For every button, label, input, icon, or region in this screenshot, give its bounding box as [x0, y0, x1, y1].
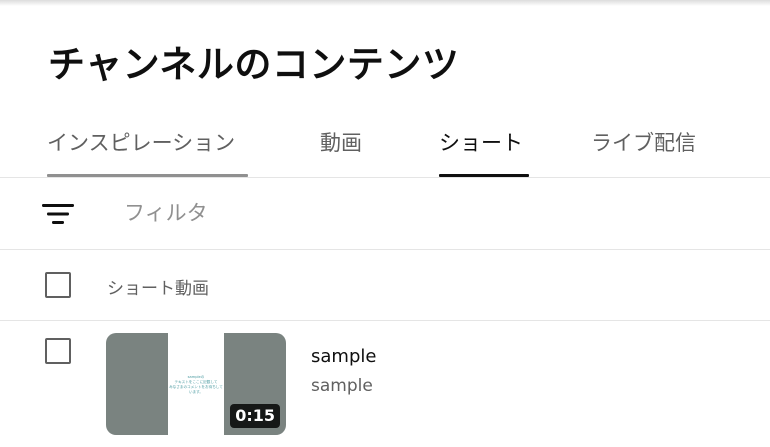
- filter-list-icon[interactable]: [42, 203, 74, 225]
- tab-shorts[interactable]: ショート: [439, 108, 529, 178]
- top-shadow: [0, 0, 770, 6]
- tab-live[interactable]: ライブ配信: [591, 108, 703, 178]
- tab-inspiration[interactable]: インスピレーション: [47, 108, 248, 178]
- select-all-checkbox[interactable]: [45, 272, 71, 298]
- video-thumbnail[interactable]: sampleの テキストをここに記載して みなさまのコメントをお待ちしています。…: [106, 333, 286, 435]
- filter-bar: [0, 179, 770, 249]
- thumbnail-frame: sampleの テキストをここに記載して みなさまのコメントをお待ちしています。: [168, 333, 224, 435]
- duration-badge: 0:15: [230, 404, 280, 428]
- tab-live-label: ライブ配信: [591, 131, 696, 155]
- tab-bar-divider: [0, 177, 770, 178]
- tab-videos[interactable]: 動画: [320, 108, 368, 178]
- filter-input[interactable]: [124, 193, 524, 233]
- filter-bar-divider: [0, 249, 770, 250]
- tab-videos-label: 動画: [320, 131, 362, 155]
- tab-inspiration-label: インスピレーション: [47, 131, 236, 155]
- header-divider: [0, 320, 770, 321]
- video-title[interactable]: sample: [311, 346, 376, 367]
- row-checkbox[interactable]: [45, 338, 71, 364]
- channel-content-page: チャンネルのコンテンツ インスピレーション 動画 ショート ライブ配信 ショート…: [0, 0, 770, 447]
- tab-shorts-label: ショート: [439, 131, 523, 155]
- page-title: チャンネルのコンテンツ: [48, 43, 460, 86]
- tab-bar: インスピレーション 動画 ショート ライブ配信: [0, 108, 770, 178]
- video-description: sample: [311, 376, 373, 396]
- column-header-shorts: ショート動画: [107, 279, 209, 299]
- thumbnail-caption: sampleの テキストをここに記載して みなさまのコメントをお待ちしています。: [169, 375, 223, 394]
